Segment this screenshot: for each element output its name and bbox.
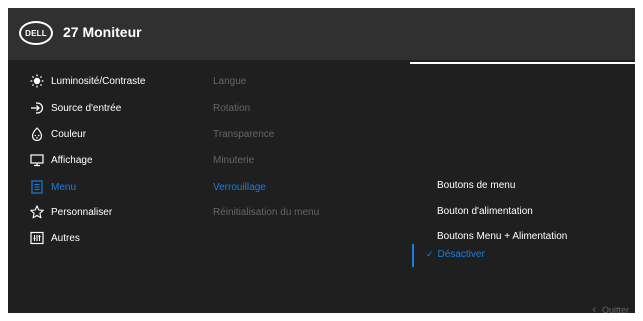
options-top-divider bbox=[410, 62, 635, 64]
menu-item-label: Autres bbox=[51, 232, 80, 244]
menu-item-color[interactable]: Couleur bbox=[8, 124, 208, 144]
option-disable[interactable]: ✓ Désactiver bbox=[426, 244, 485, 264]
checkmark-icon: ✓ bbox=[426, 248, 434, 259]
menu-item-label: Personnaliser bbox=[51, 206, 113, 218]
menu-item-display[interactable]: Affichage bbox=[8, 150, 208, 170]
submenu-item-lock[interactable]: Verrouillage bbox=[213, 177, 266, 197]
submenu-item-menu-reset[interactable]: Réinitialisation du menu bbox=[213, 202, 319, 222]
monitor-title: 27 Moniteur bbox=[63, 24, 142, 40]
option-menu-buttons[interactable]: Boutons de menu bbox=[437, 175, 515, 195]
selection-indicator bbox=[412, 244, 414, 267]
input-source-icon bbox=[29, 100, 45, 116]
quit-button[interactable]: ‹ Quitter bbox=[592, 303, 629, 313]
submenu-item-transparency[interactable]: Transparence bbox=[213, 124, 274, 144]
submenu-item-rotation[interactable]: Rotation bbox=[213, 98, 250, 118]
others-icon bbox=[29, 230, 45, 246]
menu-item-label: Luminosité/Contraste bbox=[51, 75, 146, 87]
menu-item-label: Affichage bbox=[51, 154, 93, 166]
menu-item-personalize[interactable]: Personnaliser bbox=[8, 202, 208, 222]
option-power-button[interactable]: Bouton d'alimentation bbox=[437, 201, 533, 221]
display-icon bbox=[29, 152, 45, 168]
dell-logo: DELL bbox=[19, 21, 53, 45]
star-icon bbox=[29, 204, 45, 220]
color-icon bbox=[29, 126, 45, 142]
menu-item-others[interactable]: Autres bbox=[8, 228, 208, 248]
menu-item-label: Menu bbox=[51, 181, 77, 193]
brightness-icon bbox=[29, 73, 45, 89]
menu-item-label: Source d'entrée bbox=[51, 102, 122, 114]
submenu-item-language[interactable]: Langue bbox=[213, 71, 246, 91]
menu-item-label: Couleur bbox=[51, 128, 87, 140]
osd-header: DELL 27 Moniteur bbox=[8, 8, 635, 60]
chevron-left-icon: ‹ bbox=[592, 304, 596, 313]
osd-window: DELL 27 Moniteur Luminosité/Contraste So… bbox=[8, 8, 635, 313]
option-label: Désactiver bbox=[437, 248, 485, 260]
option-menu-and-power-buttons[interactable]: Boutons Menu + Alimentation bbox=[437, 226, 567, 246]
menu-icon bbox=[29, 179, 45, 195]
menu-item-brightness-contrast[interactable]: Luminosité/Contraste bbox=[8, 71, 208, 91]
menu-item-menu[interactable]: Menu bbox=[8, 177, 208, 197]
quit-label: Quitter bbox=[601, 305, 629, 313]
submenu-item-timer[interactable]: Minuterie bbox=[213, 150, 254, 170]
menu-item-input-source[interactable]: Source d'entrée bbox=[8, 98, 208, 118]
